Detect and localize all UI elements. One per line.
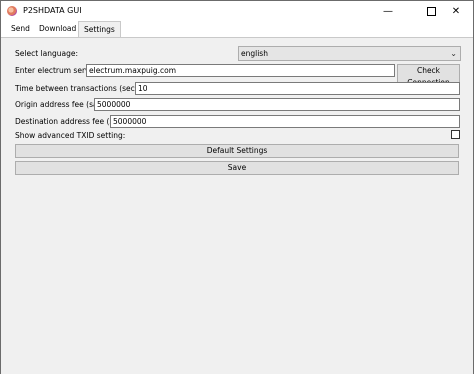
maximize-icon (426, 6, 436, 16)
title-bar: P2SHDATA GUI — ✕ (1, 1, 473, 21)
tab-bar: Send Download Settings (1, 21, 473, 38)
default-settings-button[interactable]: Default Settings (15, 144, 459, 158)
close-button[interactable]: ✕ (439, 1, 473, 21)
origin-fee-input[interactable]: 5000000 (94, 98, 460, 111)
save-button[interactable]: Save (15, 161, 459, 175)
language-select[interactable]: english ⌄ (238, 46, 461, 61)
app-window: P2SHDATA GUI — ✕ Send Download Settings … (0, 0, 474, 374)
tab-settings[interactable]: Settings (78, 21, 121, 38)
tab-send[interactable]: Send (6, 22, 35, 36)
electrum-server-input[interactable]: electrum.maxpuig.com (86, 64, 395, 77)
language-label: Select language: (15, 49, 78, 58)
minimize-button[interactable]: — (371, 1, 405, 21)
settings-panel: Select language: english ⌄ Enter electru… (1, 37, 473, 374)
app-logo-icon (7, 6, 17, 16)
language-value: english (241, 49, 268, 58)
destination-fee-input[interactable]: 5000000 (110, 115, 460, 128)
chevron-down-icon: ⌄ (450, 49, 457, 58)
advanced-txid-label: Show advanced TXID setting: (15, 131, 126, 140)
tab-download[interactable]: Download (34, 22, 81, 36)
minimize-icon: — (383, 5, 393, 17)
close-icon: ✕ (451, 5, 461, 17)
advanced-txid-checkbox[interactable] (451, 130, 460, 139)
time-between-input[interactable]: 10 (135, 82, 460, 95)
window-title: P2SHDATA GUI (23, 6, 82, 15)
